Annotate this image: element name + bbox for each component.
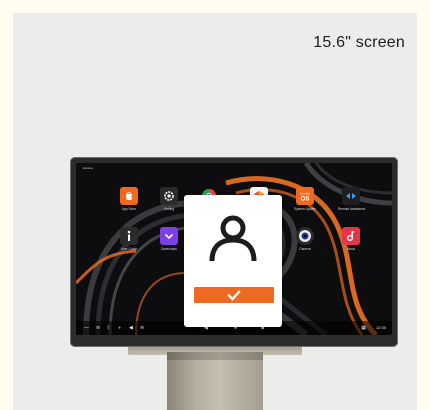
checkmark-icon <box>227 289 241 301</box>
app-label: User Guide <box>120 247 138 251</box>
shopping-bag-icon <box>120 187 138 205</box>
info-icon <box>120 227 138 245</box>
screen-size-caption: 15.6" screen <box>313 34 405 51</box>
volume-icon[interactable]: ◀ <box>129 325 133 331</box>
remote-icon <box>342 187 360 205</box>
app-setting[interactable]: Setting <box>156 187 182 211</box>
app-app-store[interactable]: App Store <box>116 187 142 211</box>
app-music[interactable]: Music <box>338 227 364 251</box>
app-label: Setting <box>164 207 174 211</box>
app-label: Downloads <box>161 247 177 251</box>
stand-shadow <box>167 352 263 360</box>
gear-icon <box>160 187 178 205</box>
camera-icon <box>296 227 314 245</box>
app-label: Music <box>346 247 356 251</box>
app-label: App Store <box>121 207 137 211</box>
app-label: Remote Assistance <box>338 207 366 211</box>
svg-text:Eureka: Eureka <box>300 192 310 196</box>
os-update-icon: Eureka OS <box>296 187 314 205</box>
app-camera[interactable]: Camera <box>292 227 318 251</box>
app-label: Camera <box>299 247 311 251</box>
download-icon <box>160 227 178 245</box>
confirm-button[interactable] <box>194 287 274 303</box>
stand-neck <box>167 352 263 410</box>
signal-icon[interactable]: ≋ <box>140 325 144 331</box>
app-user-guide[interactable]: User Guide <box>116 227 142 251</box>
app-downloads[interactable]: Downloads <box>156 227 182 251</box>
record-icon[interactable]: ● <box>118 325 121 331</box>
keyboard-icon[interactable]: ▦ <box>361 325 366 331</box>
music-icon <box>342 227 360 245</box>
os-label: Eureka <box>83 166 93 170</box>
app-system-update[interactable]: Eureka OS System Update <box>292 187 318 211</box>
minus-icon[interactable]: — <box>84 325 89 331</box>
app-label: System Update <box>294 207 316 211</box>
wifi-icon[interactable]: ≋ <box>96 325 100 331</box>
user-icon <box>209 215 257 262</box>
app-remote-assistance[interactable]: Remote Assistance <box>338 187 366 211</box>
clock: 12:30 <box>375 325 386 330</box>
user-dialog <box>184 195 282 327</box>
bluetooth-icon[interactable]: ᛒ <box>107 325 110 331</box>
svg-text:OS: OS <box>301 197 310 203</box>
